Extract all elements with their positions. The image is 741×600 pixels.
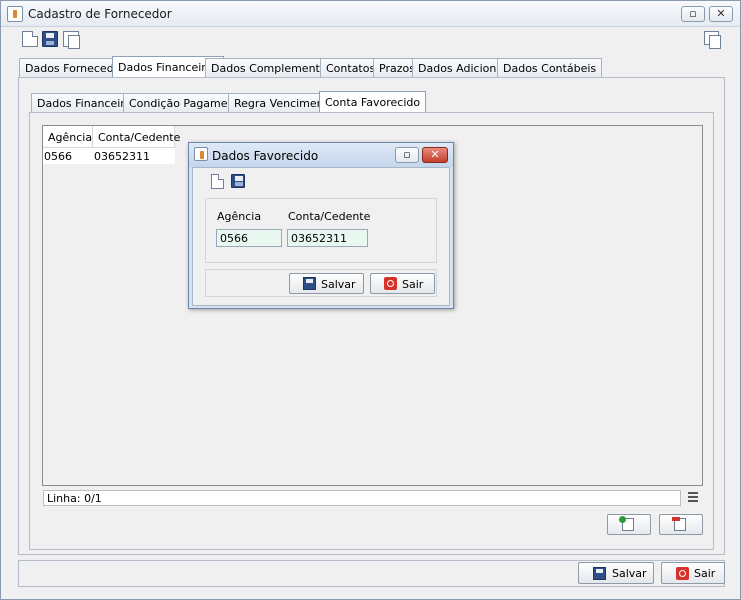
java-app-icon <box>7 6 23 22</box>
subtab-conta-favorecido[interactable]: Conta Favorecido <box>319 91 427 112</box>
new-document-icon[interactable] <box>211 174 224 189</box>
save-icon[interactable] <box>42 31 58 47</box>
dialog-title: Dados Favorecido <box>212 149 319 163</box>
windows-icon[interactable] <box>704 31 721 49</box>
dialog-save-button[interactable]: Salvar <box>289 273 364 294</box>
add-row-button[interactable] <box>607 514 651 535</box>
agencia-label: Agência <box>217 210 262 223</box>
save-icon <box>303 277 316 290</box>
conta-field[interactable]: 03652311 <box>287 229 368 247</box>
dialog-save-label: Salvar <box>321 278 356 291</box>
exit-icon <box>384 277 397 290</box>
column-header-conta[interactable]: Conta/Cedente <box>93 126 180 148</box>
restore-button[interactable]: ▫ <box>681 6 705 22</box>
menu-lines-icon[interactable] <box>688 492 698 504</box>
minus-badge-icon <box>672 517 680 521</box>
title-bar[interactable]: Cadastro de Fornecedor ▫ ✕ <box>1 1 740 27</box>
column-header-agencia[interactable]: Agência <box>43 126 93 148</box>
window-title: Cadastro de Fornecedor <box>28 7 172 21</box>
dialog-body: Agência Conta/Cedente 0566 03652311 Salv… <box>192 167 450 306</box>
dialog-title-bar[interactable]: Dados Favorecido ▫ ✕ <box>189 143 453 167</box>
java-app-icon <box>194 147 208 161</box>
save-icon[interactable] <box>231 174 245 188</box>
table-cell-conta[interactable]: 03652311 <box>93 148 175 164</box>
dialog-exit-button[interactable]: Sair <box>370 273 435 294</box>
favorecido-fields-group: Agência Conta/Cedente 0566 03652311 <box>205 198 437 263</box>
table-cell-agencia[interactable]: 0566 <box>43 148 93 164</box>
save-icon <box>593 567 606 580</box>
conta-label: Conta/Cedente <box>288 210 371 223</box>
main-tab-strip: Dados Fornecedor Dados Financeiros Dados… <box>19 56 719 78</box>
remove-row-button[interactable] <box>659 514 703 535</box>
footer-save-label: Salvar <box>612 567 647 580</box>
new-document-icon[interactable] <box>22 31 38 47</box>
exit-icon <box>676 567 689 580</box>
close-button[interactable]: ✕ <box>709 6 733 22</box>
tab-dados-contabeis[interactable]: Dados Contábeis <box>497 58 603 78</box>
footer-exit-button[interactable]: Sair <box>661 562 725 584</box>
dialog-exit-label: Sair <box>402 278 424 291</box>
footer-save-button[interactable]: Salvar <box>578 562 654 584</box>
dialog-restore-button[interactable]: ▫ <box>395 147 419 163</box>
plus-badge-icon <box>619 516 626 523</box>
footer-exit-label: Sair <box>694 567 716 580</box>
row-status: Linha: 0/1 <box>43 490 681 506</box>
copy-icon[interactable] <box>63 31 80 49</box>
dados-favorecido-dialog: Dados Favorecido ▫ ✕ Agência Conta/Ceden… <box>188 142 454 309</box>
dialog-close-button[interactable]: ✕ <box>422 147 448 163</box>
sub-tab-strip: Dados Financeiros Condição Pagamento Reg… <box>31 91 631 113</box>
agencia-field[interactable]: 0566 <box>216 229 282 247</box>
